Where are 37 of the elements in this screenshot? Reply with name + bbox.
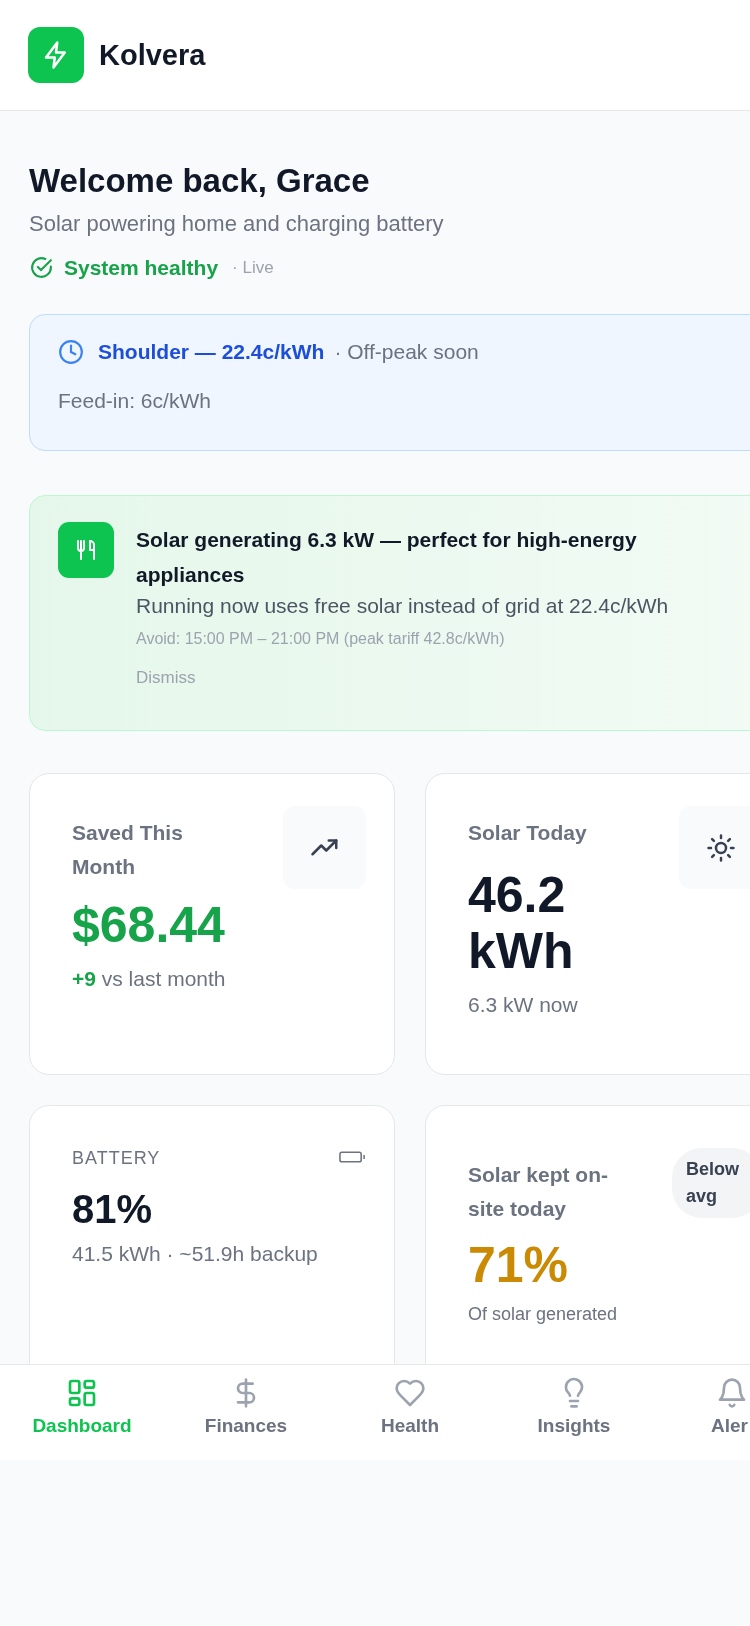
system-status: System healthy <box>64 255 219 280</box>
live-label: · Live <box>232 257 274 278</box>
stat-label: Saved This Month <box>72 820 184 880</box>
stat-value: $68.44 <box>72 897 226 953</box>
nav-tab[interactable]: Health <box>328 1365 492 1460</box>
stat-subtext: 6.3 kW now <box>468 993 579 1017</box>
battery-icon <box>339 1150 366 1164</box>
grid-icon <box>66 1377 98 1409</box>
stat-value: 46.2 kWh <box>468 867 575 979</box>
utensils-icon <box>58 522 114 578</box>
feed-in-rate: Feed-in: 6c/kWh <box>58 389 212 413</box>
stat-value: 81% <box>72 1187 154 1232</box>
nav-tab[interactable]: Finances <box>164 1365 328 1460</box>
stat-label: Solar Today <box>468 820 588 846</box>
tariff-note: · Off-peak soon <box>334 340 479 364</box>
check-circle-icon <box>29 255 54 280</box>
stat-value: 71% <box>468 1236 570 1294</box>
trending-up-icon <box>283 806 366 889</box>
app-name: Kolvera <box>99 38 206 72</box>
rating-badge: Below avg <box>672 1148 750 1218</box>
lightning-logo-icon <box>28 27 84 83</box>
stat-label: Solar kept on-site today <box>468 1162 610 1222</box>
stat-label: BATTERY <box>72 1148 161 1169</box>
tariff-rate: Shoulder — 22.4c/kWh <box>98 340 325 364</box>
suggestion-text: Running now uses free solar instead of grid at 22.4c/kWh <box>136 594 670 618</box>
stat-subtext: Of solar generated <box>468 1304 619 1325</box>
suggestion-title: Solar generating 6.3 kW — perfect for high-energy appliances <box>136 527 638 588</box>
clock-icon <box>58 339 84 365</box>
heart-icon <box>394 1377 426 1409</box>
status-subtitle: Solar powering home and charging battery <box>29 211 445 237</box>
welcome-title: Welcome back, Grace <box>29 161 371 201</box>
nav-tab[interactable]: Insights <box>492 1365 656 1460</box>
bell-icon <box>716 1377 748 1409</box>
avoid-window-text: Avoid: 15:00 PM – 21:00 PM (peak tariff 42.8c/kWh) <box>136 630 506 648</box>
nav-tab[interactable]: Aler <box>656 1365 750 1460</box>
stat-subtext: 41.5 kWh · ~51.9h backup <box>72 1242 319 1266</box>
stat-comparison: +9 vs last month <box>72 967 227 991</box>
